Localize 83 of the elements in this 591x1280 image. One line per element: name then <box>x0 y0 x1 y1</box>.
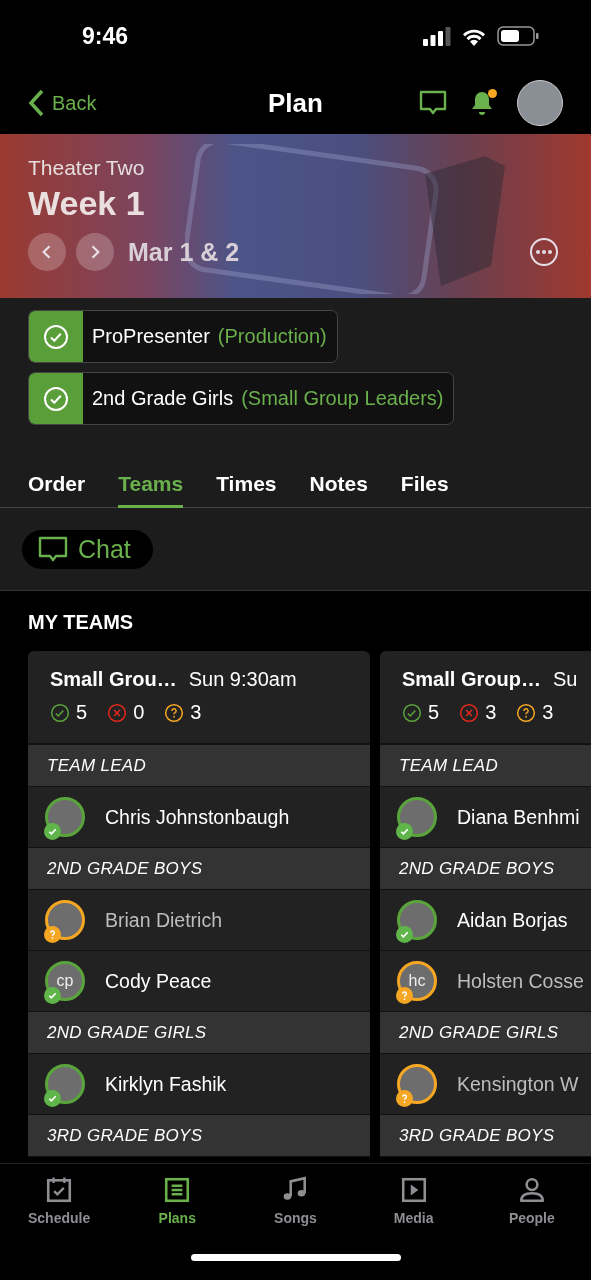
plan-tab[interactable]: Order <box>28 455 86 508</box>
position-name: ProPresenter <box>92 325 210 348</box>
team-assignment-chip[interactable]: 2nd Grade Girls (Small Group Leaders) <box>28 372 455 425</box>
signal-icon <box>423 26 451 46</box>
person-icon <box>517 1176 546 1204</box>
team-assignment-chip[interactable]: ProPresenter (Production) <box>28 310 338 363</box>
avatar-initials: cp <box>56 972 74 990</box>
status-count: 0 <box>133 701 145 724</box>
pending-badge-icon <box>44 926 61 943</box>
section-heading: MY TEAMS <box>28 610 135 635</box>
position-label: 2ND GRADE GIRLS <box>399 1022 559 1043</box>
confirmed-badge-icon <box>396 926 413 943</box>
service-time: Su <box>552 668 578 691</box>
team-card[interactable]: Small Group… Su 5 3 3 TEAM LEAD Diana Benhmi 2ND GRADE BOYS Aidan Borjas hc Holsten Cosse 2ND GRADE GIRLS Kensington W 3RD GRADE BOYS <box>380 651 591 1157</box>
person-name: Cody Peace <box>105 969 212 993</box>
calendar-check-icon <box>45 1176 74 1204</box>
position-label: 3RD GRADE BOYS <box>47 1125 203 1146</box>
position-name: 2nd Grade Girls <box>92 387 234 410</box>
back-button[interactable]: Back <box>28 89 97 117</box>
person-name: Kirklyn Fashik <box>105 1072 227 1096</box>
pending-badge-icon <box>396 987 413 1004</box>
pending-question-icon <box>164 702 185 723</box>
chevron-left-icon <box>28 89 44 117</box>
position-label: TEAM LEAD <box>399 755 499 776</box>
person-row[interactable]: Brian Dietrich <box>28 890 370 951</box>
declined-x-icon <box>459 702 480 723</box>
tab-bar-item[interactable]: Media <box>363 1176 464 1226</box>
chat-icon[interactable] <box>419 90 447 116</box>
plan-tab[interactable]: Times <box>216 455 277 508</box>
confirmed-check-icon <box>50 702 70 723</box>
next-button[interactable] <box>76 233 114 271</box>
status-count: 5 <box>428 701 440 724</box>
person-name: Kensington W <box>457 1072 579 1096</box>
team-title: Small Grou… <box>50 668 177 691</box>
person-row[interactable]: Aidan Borjas <box>380 890 591 951</box>
pending-question-icon <box>516 702 537 723</box>
team-name: (Small Group Leaders) <box>241 387 444 410</box>
person-name: Brian Dietrich <box>105 908 223 932</box>
person-name: Aidan Borjas <box>457 908 568 932</box>
service-time: Sun 9:30am <box>188 668 297 691</box>
page-title: Plan <box>268 87 323 118</box>
profile-avatar[interactable] <box>517 80 563 126</box>
position-label: 2ND GRADE GIRLS <box>47 1022 207 1043</box>
person-name: Diana Benhmi <box>457 805 580 829</box>
status-count: 3 <box>485 701 497 724</box>
play-box-icon <box>399 1176 428 1204</box>
plan-tab[interactable]: Notes <box>309 455 368 508</box>
plan-tab[interactable]: Files <box>400 455 449 508</box>
chat-icon <box>38 536 68 563</box>
tab-bar-item[interactable]: Songs <box>245 1176 346 1226</box>
person-name: Holsten Cosse <box>457 969 584 993</box>
previous-button[interactable] <box>28 233 66 271</box>
battery-icon <box>497 26 539 46</box>
document-lines-icon <box>163 1176 192 1204</box>
position-label: TEAM LEAD <box>47 755 147 776</box>
chat-button[interactable]: Chat <box>22 530 153 569</box>
status-count: 3 <box>190 701 202 724</box>
notification-bell-icon[interactable] <box>469 89 495 117</box>
team-card[interactable]: Small Grou… Sun 9:30am 5 0 3 TEAM LEAD Chris Johnstonbaugh 2ND GRADE BOYS Brian Dietrich cp Cody Peace 2ND GRADE GIRLS Kirklyn Fashik 3RD GRADE BOYS <box>28 651 370 1157</box>
person-name: Chris Johnstonbaugh <box>105 805 290 829</box>
status-count: 5 <box>76 701 88 724</box>
status-time: 9:46 <box>82 22 129 50</box>
confirmed-badge-icon <box>44 987 61 1004</box>
plan-dates: Mar 1 & 2 <box>128 237 240 267</box>
campus-name: Theater Two <box>28 156 146 180</box>
declined-x-icon <box>107 702 128 723</box>
tab-bar-item[interactable]: People <box>481 1176 582 1226</box>
team-name: (Production) <box>217 325 327 348</box>
confirmed-badge-icon <box>396 823 413 840</box>
more-icon[interactable] <box>529 237 559 267</box>
tab-bar-item[interactable]: Plans <box>127 1176 228 1226</box>
status-count: 3 <box>542 701 554 724</box>
pending-badge-icon <box>396 1090 413 1107</box>
confirmed-badge-icon <box>44 1090 61 1107</box>
position-label: 3RD GRADE BOYS <box>399 1125 555 1146</box>
team-title: Small Group… <box>402 668 541 691</box>
position-label: 2ND GRADE BOYS <box>47 858 203 879</box>
confirmed-check-icon <box>402 702 422 723</box>
position-label: 2ND GRADE BOYS <box>399 858 555 879</box>
confirmed-badge-icon <box>44 823 61 840</box>
tab-bar-item[interactable]: Schedule <box>9 1176 110 1226</box>
avatar-initials: hc <box>408 972 426 990</box>
plan-title: Week 1 <box>28 184 146 223</box>
